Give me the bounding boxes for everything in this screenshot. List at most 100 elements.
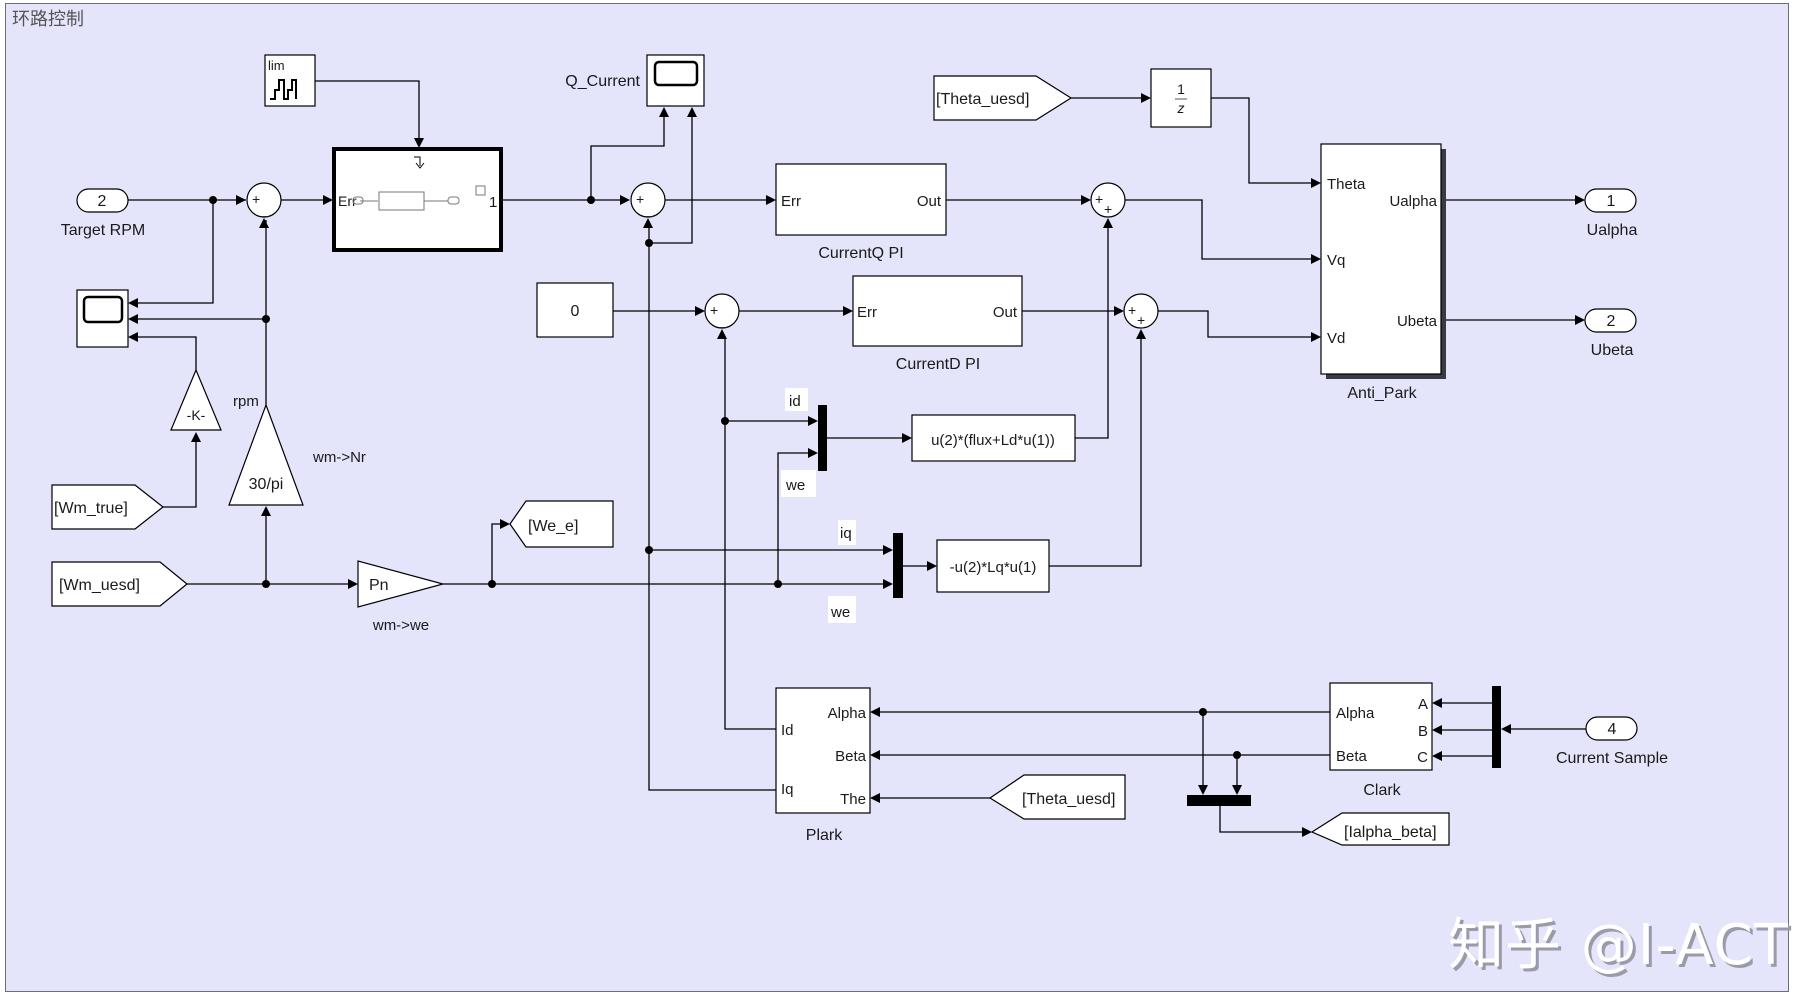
arrow-icon [870, 750, 880, 760]
signal-label: rpm [233, 393, 259, 410]
junction-dot [721, 417, 729, 425]
from-theta-bottom[interactable]: [Theta_uesd] [988, 774, 1126, 820]
sum-vq[interactable]: + + [1090, 182, 1126, 218]
wire-fcn-d-to-sum[interactable] [1075, 225, 1109, 439]
gain-pn[interactable]: Pn wm->we [357, 560, 446, 634]
block-label: Ubeta [1591, 342, 1634, 359]
arrow-icon [643, 218, 653, 228]
wire-mux-to-ialphabeta[interactable] [1219, 806, 1304, 833]
anti-park[interactable]: Theta Vq Vd Ualpha Ubeta Anti_Park [1320, 143, 1446, 402]
arrow-icon [870, 793, 880, 803]
block-label: wm->Nr [312, 449, 366, 466]
arrow-icon [808, 416, 818, 426]
junction-dot [1233, 751, 1241, 759]
wire-target-to-scope[interactable] [135, 200, 214, 304]
block-label: wm->we [372, 617, 429, 634]
block-label: CurrentD PI [896, 356, 980, 373]
wire-k-to-scope[interactable] [135, 336, 197, 370]
sum-iq[interactable]: + _ [630, 182, 666, 218]
fcn-d[interactable]: u(2)*(flux+Ld*u(1)) [911, 414, 1076, 462]
outport-ubeta[interactable]: 2 Ubeta [1584, 308, 1637, 359]
signal-label-id: id [785, 388, 808, 411]
arrow-icon [1432, 698, 1442, 708]
speed-pi-subsystem[interactable]: Err 1 [332, 147, 503, 252]
block-label: Q_Current [565, 73, 640, 90]
clark[interactable]: Alpha Beta A B C Clark [1329, 682, 1433, 799]
wire-lim-to-trigger[interactable] [315, 80, 420, 140]
arrow-icon [1432, 725, 1442, 735]
block-label: Target RPM [61, 222, 145, 239]
port-label: Id [781, 722, 794, 739]
sign: + [636, 191, 644, 207]
gain-k[interactable]: -K- [170, 368, 222, 431]
plark[interactable]: Alpha Beta The Id Iq Plark [775, 687, 871, 844]
watermark: 知乎 @I-ACT [1448, 913, 1789, 978]
currentd-pi[interactable]: Err Out CurrentD PI [852, 275, 1023, 373]
constant-zero[interactable]: 0 [536, 282, 614, 338]
mux-ialpha-beta[interactable] [1187, 795, 1251, 806]
outport-ualpha[interactable]: 1 Ualpha [1584, 188, 1637, 239]
arrow-icon [1302, 827, 1312, 837]
q-current-scope[interactable]: Q_Current [565, 54, 705, 107]
arrow-icon [1311, 254, 1321, 264]
from-theta-top[interactable]: [Theta_uesd] [933, 75, 1073, 121]
wire-we-to-goto[interactable] [491, 523, 502, 584]
wire-wmtrue-to-k[interactable] [163, 438, 197, 508]
arrow-icon [128, 332, 138, 342]
fcn-q[interactable]: -u(2)*Lq*u(1) [936, 539, 1050, 593]
wire-iq-to-scope[interactable] [649, 114, 693, 244]
port-number: 1 [1607, 193, 1616, 210]
port-label: Vq [1327, 252, 1345, 269]
port-label: Alpha [1336, 705, 1375, 722]
sign: _ [260, 201, 269, 217]
gain-value: -K- [187, 407, 206, 423]
goto-we-e[interactable]: [We_e] [509, 500, 614, 548]
sign: + [710, 302, 718, 318]
wire-delay-to-theta[interactable] [1211, 97, 1313, 184]
fcn-expression: u(2)*(flux+Ld*u(1)) [931, 432, 1055, 449]
delay-numerator: 1 [1177, 81, 1185, 97]
from-wm-uesd[interactable]: [Wm_uesd] [51, 561, 188, 607]
fcn-expression: -u(2)*Lq*u(1) [950, 559, 1037, 576]
arrow-icon [1136, 329, 1146, 339]
staircase-source[interactable]: lim [264, 54, 316, 107]
junction-dot [262, 315, 270, 323]
wire-vq[interactable] [1125, 199, 1313, 260]
wire-vd[interactable] [1158, 310, 1313, 338]
arrow-icon [414, 138, 424, 148]
mux-d[interactable] [818, 405, 827, 471]
sign: + [1137, 312, 1145, 328]
inport-current-sample[interactable]: 4 Current Sample [1556, 716, 1668, 767]
currentq-pi[interactable]: Err Out CurrentQ PI [775, 163, 947, 262]
arrow-icon [1311, 178, 1321, 188]
unit-delay[interactable]: 1 z [1150, 68, 1212, 128]
gain-rpm[interactable]: 30/pi rpm wm->Nr [228, 393, 366, 506]
port-label: Alpha [828, 705, 867, 722]
port-label: 1 [489, 194, 497, 211]
arrow-icon [695, 306, 705, 316]
demux-abc[interactable] [1492, 686, 1501, 768]
arrow-icon [1311, 332, 1321, 342]
from-wm-true[interactable]: [Wm_true] [51, 484, 164, 530]
sum-speed[interactable]: + _ [246, 182, 282, 218]
arrow-icon [808, 448, 818, 458]
port-label: C [1417, 749, 1428, 766]
arrow-icon [1575, 195, 1585, 205]
sum-vd[interactable]: + + [1123, 293, 1159, 329]
inport-target-rpm[interactable]: 2 Target RPM [61, 188, 145, 239]
block-label: lim [268, 58, 285, 73]
mux-q[interactable] [893, 533, 903, 598]
block-label: CurrentQ PI [818, 245, 903, 262]
gain-value: Pn [369, 577, 389, 594]
port-label: Iq [781, 781, 794, 798]
goto-ialpha-beta[interactable]: [Ialpha_beta] [1310, 812, 1450, 846]
speed-scope[interactable] [76, 289, 129, 348]
signal-label-iq: iq [838, 520, 856, 545]
sum-id[interactable]: + _ [704, 293, 740, 329]
port-number: 4 [1608, 721, 1617, 738]
wire-id-feedback[interactable] [724, 336, 776, 730]
sign: + [1095, 191, 1103, 207]
arrow-icon [128, 298, 138, 308]
arrow-icon [883, 545, 893, 555]
signal-label-we-1: we [781, 470, 816, 497]
